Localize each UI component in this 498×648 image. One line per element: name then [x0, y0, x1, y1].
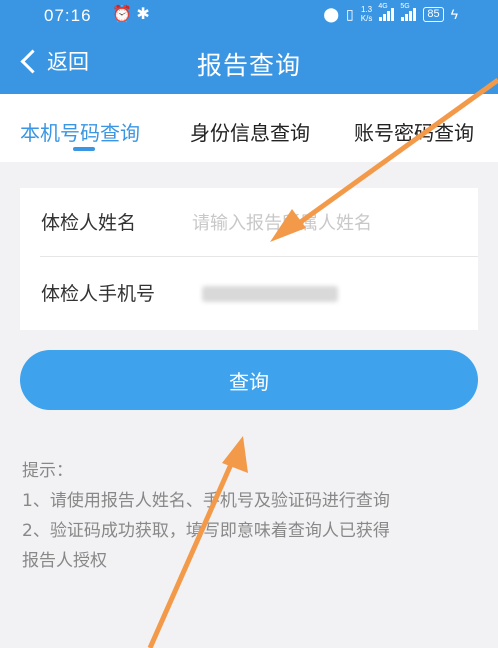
tips-section: 提示： 1、请使用报告人姓名、手机号及验证码进行查询 2、验证码成功获取，填写即…	[22, 456, 482, 576]
tips-line-3: 报告人授权	[22, 551, 107, 571]
phone-label: 体检人手机号	[41, 283, 156, 305]
network-speed: 1.3 K/s	[361, 5, 373, 23]
battery-icon: 85	[423, 6, 444, 22]
tab-account-query[interactable]: 账号密码查询	[354, 117, 474, 146]
name-row: 体检人姓名	[20, 188, 478, 259]
query-button[interactable]: 查询	[20, 350, 478, 410]
tips-line-1: 1、请使用报告人姓名、手机号及验证码进行查询	[22, 491, 390, 511]
query-form: 体检人姓名 体检人手机号	[20, 188, 478, 330]
query-tabs: 本机号码查询 身份信息查询 账号密码查询	[0, 94, 498, 162]
tab-phone-query[interactable]: 本机号码查询	[20, 117, 140, 146]
name-label: 体检人姓名	[41, 212, 137, 234]
row-divider	[40, 256, 478, 257]
phone-value-blurred[interactable]	[202, 286, 338, 302]
speed-unit: K/s	[360, 14, 373, 23]
tips-title: 提示：	[22, 461, 73, 481]
net-type-1: 4G	[378, 3, 388, 10]
net-type-2: 5G	[400, 3, 410, 10]
battery-level: 85	[427, 7, 440, 20]
active-tab-indicator	[73, 147, 95, 151]
signal-4g-icon: 4G	[378, 3, 395, 21]
speed-value: 1.3	[360, 5, 373, 14]
tips-line-2: 2、验证码成功获取，填写即意味着查询人已获得	[22, 521, 390, 541]
status-bar: 07:16 ⏰ ✱ ⬤ ▯ 1.3 K/s 4G 5G 85 ϟ	[0, 0, 498, 34]
status-time: 07:16	[44, 6, 92, 25]
location-icon: ⬤	[323, 5, 340, 22]
status-icons: ⬤ ▯ 1.3 K/s 4G 5G 85 ϟ	[323, 3, 458, 23]
name-input[interactable]	[190, 205, 464, 241]
phone-row: 体检人手机号	[20, 259, 478, 330]
vibrate-icon: ▯	[346, 5, 354, 22]
signal-5g-icon: 5G	[400, 3, 417, 21]
alarm-bluetooth-icons: ⏰ ✱	[112, 6, 150, 23]
charging-icon: ϟ	[450, 6, 458, 22]
nav-bar: 返回 报告查询	[0, 34, 498, 94]
page-title: 报告查询	[196, 51, 301, 80]
tab-identity-query[interactable]: 身份信息查询	[190, 117, 310, 146]
